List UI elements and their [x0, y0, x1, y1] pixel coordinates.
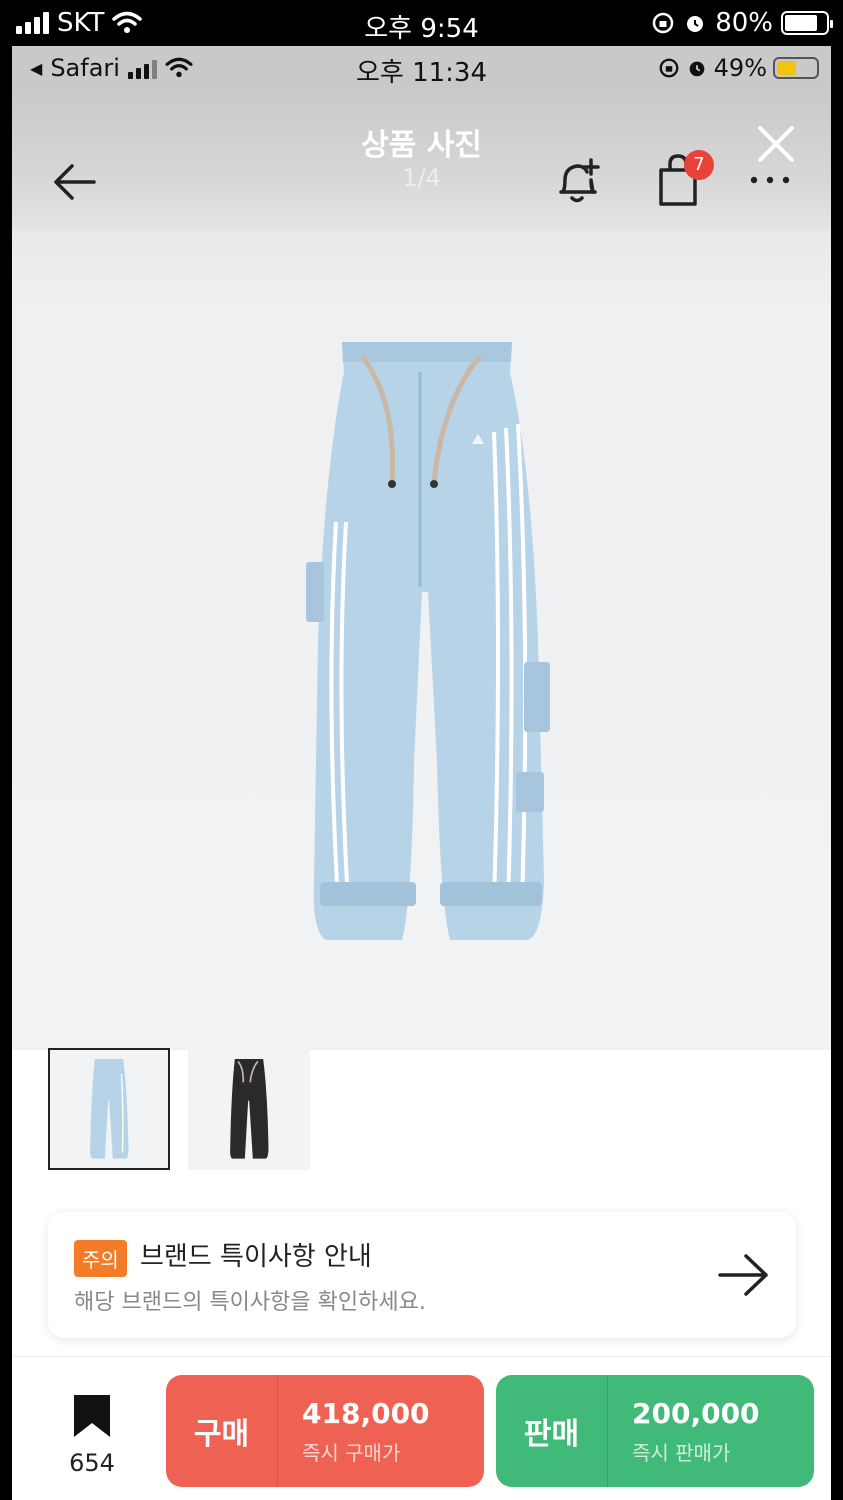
alarm-icon: [687, 16, 704, 32]
buy-price-caption: 즉시 구매가: [302, 1441, 401, 1465]
back-arrow-icon: [54, 164, 96, 200]
sell-label: 판매: [496, 1375, 608, 1487]
app-screenshot-frame: ◀ Safari 오후 11:34 49% 상품 사진 1/4 7 주의 브랜드…: [12, 46, 831, 1500]
sell-price-caption: 즉시 판매가: [632, 1441, 731, 1465]
outer-status-bar: SKT 오후 9:54 80%: [0, 0, 843, 46]
notice-warning-tag: 주의: [74, 1240, 127, 1277]
notice-subtitle: 해당 브랜드의 특이사항을 확인하세요.: [74, 1290, 426, 1315]
close-icon: [758, 126, 794, 162]
thumbnail-black-denim[interactable]: [188, 1048, 310, 1170]
inner-rotation-lock-icon: [659, 58, 679, 78]
sell-price: 200,000: [632, 1397, 760, 1430]
inner-status-right: 49%: [658, 54, 819, 82]
close-button[interactable]: [754, 122, 798, 166]
inner-battery-percent: 49%: [713, 54, 767, 82]
battery-icon: [781, 11, 833, 35]
more-button[interactable]: [746, 170, 794, 190]
denim-pants-image: [306, 342, 550, 940]
thumbnail-light-denim[interactable]: [48, 1048, 170, 1170]
buy-price: 418,000: [302, 1397, 430, 1430]
brand-notice-card[interactable]: 주의 브랜드 특이사항 안내 해당 브랜드의 특이사항을 확인하세요.: [48, 1212, 796, 1338]
alarm-add-button[interactable]: [552, 154, 602, 208]
light-denim-thumbnail-image: [90, 1059, 129, 1159]
sell-button[interactable]: 판매 200,000 즉시 판매가: [496, 1375, 814, 1487]
buy-label: 구매: [166, 1375, 278, 1487]
bookmark-icon: [74, 1395, 110, 1437]
black-denim-thumbnail-image: [230, 1059, 269, 1159]
back-button[interactable]: [48, 156, 100, 208]
notice-title: 브랜드 특이사항 안내: [140, 1242, 372, 1272]
alarm-add-icon: [559, 158, 600, 203]
bookmark-count: 654: [69, 1449, 115, 1477]
cart-button[interactable]: 7: [648, 150, 714, 210]
charging-battery-icon: [773, 57, 819, 79]
photo-thumbnail-strip: [48, 1048, 310, 1170]
outer-status-right: 80%: [651, 8, 833, 38]
product-photo[interactable]: [12, 230, 831, 1050]
more-icon: [750, 176, 790, 184]
arrow-right-icon: [718, 1254, 768, 1296]
photo-viewer-header: 상품 사진 1/4 7: [12, 90, 831, 230]
rotation-lock-icon: [652, 12, 674, 34]
inner-alarm-icon: [689, 61, 704, 77]
inner-status-bar: ◀ Safari 오후 11:34 49%: [12, 46, 831, 90]
outer-battery-percent: 80%: [715, 8, 773, 38]
cart-count-badge: 7: [684, 150, 714, 180]
bookmark-button[interactable]: 654: [62, 1393, 122, 1477]
bottom-action-bar: 654 구매 418,000 즉시 구매가 판매 200,000 즉시 판매가: [12, 1356, 831, 1500]
buy-button[interactable]: 구매 418,000 즉시 구매가: [166, 1375, 484, 1487]
